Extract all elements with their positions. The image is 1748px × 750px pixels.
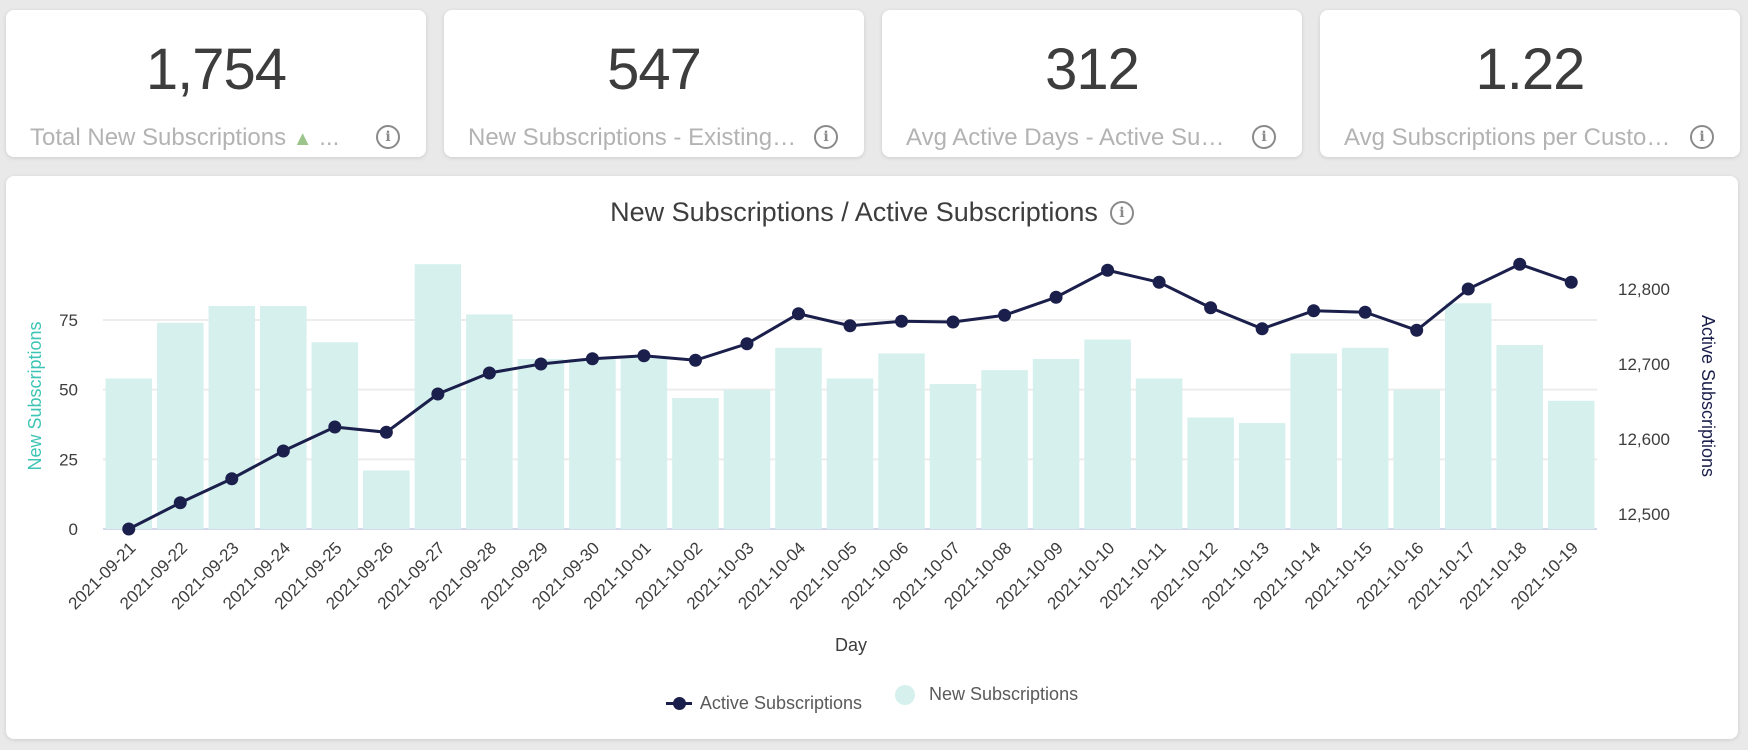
chart-plot: 0 25 50 75 12,500 12,600 12,700 12,800 2021-09… bbox=[25, 257, 1718, 655]
line-point bbox=[1307, 304, 1321, 318]
line-point bbox=[585, 352, 599, 366]
bar bbox=[981, 370, 1028, 529]
y2-tick-label: 12,600 bbox=[1618, 430, 1670, 449]
info-icon[interactable]: i bbox=[814, 125, 838, 149]
trend-up-icon: ▲ bbox=[292, 128, 313, 150]
line-point bbox=[276, 444, 290, 458]
chart-card: New Subscriptions / Active Subscriptions… bbox=[6, 176, 1738, 739]
line-point bbox=[1255, 322, 1269, 336]
legend-item-new-subscriptions[interactable]: New Subscriptions bbox=[895, 684, 1078, 705]
bar bbox=[672, 398, 719, 529]
y-tick-label: 75 bbox=[59, 311, 78, 330]
line-point bbox=[1152, 275, 1166, 289]
bar bbox=[1290, 353, 1337, 529]
kpi-label-text: Total New Subscriptions bbox=[30, 124, 287, 151]
line-point bbox=[1461, 282, 1475, 296]
y2-tick-label: 12,700 bbox=[1618, 355, 1670, 374]
bar bbox=[1393, 389, 1440, 529]
bar bbox=[1032, 358, 1080, 529]
legend-item-active-subscriptions[interactable]: Active Subscriptions bbox=[665, 692, 862, 714]
line-point bbox=[1101, 263, 1115, 277]
kpi-value: 1.22 bbox=[1475, 37, 1586, 102]
line-point bbox=[122, 522, 136, 536]
chart-legend: Active Subscriptions New Subscriptions bbox=[6, 684, 1738, 714]
bar bbox=[208, 306, 256, 529]
line-point bbox=[791, 307, 805, 321]
line-point bbox=[1513, 257, 1527, 271]
bar bbox=[466, 314, 513, 529]
left-axis-ticks: 0 25 50 75 bbox=[59, 311, 78, 539]
bar bbox=[363, 470, 410, 529]
legend-label: New Subscriptions bbox=[929, 684, 1079, 704]
line-point bbox=[173, 496, 187, 510]
bar bbox=[1084, 339, 1131, 529]
kpi-card-avg-subscriptions-per-customer: 1.22 Avg Subscriptions per Customer i bbox=[1320, 10, 1740, 157]
bar bbox=[569, 358, 616, 529]
line-marker-icon bbox=[665, 696, 692, 710]
right-axis-ticks: 12,500 12,600 12,700 12,800 bbox=[1618, 280, 1670, 524]
bar bbox=[105, 378, 153, 529]
line-point bbox=[534, 357, 548, 371]
info-icon[interactable]: i bbox=[1690, 125, 1714, 149]
bar bbox=[775, 347, 822, 529]
line-point bbox=[1564, 275, 1578, 289]
line-point bbox=[1049, 290, 1063, 304]
left-axis-label: New Subscriptions bbox=[25, 321, 45, 470]
x-axis-ticks: 2021-09-212021-09-222021-09-232021-09-24… bbox=[65, 538, 1582, 613]
line-point bbox=[895, 314, 909, 328]
bar bbox=[878, 353, 925, 529]
line-point bbox=[843, 319, 857, 333]
bar bbox=[929, 384, 977, 529]
bar bbox=[1238, 423, 1286, 529]
kpi-label: Avg Subscriptions per Customer bbox=[1344, 124, 1674, 151]
x-axis-label: Day bbox=[835, 635, 867, 655]
bar bbox=[1444, 303, 1492, 529]
line-point bbox=[688, 353, 702, 367]
kpi-card-avg-active-days: 312 Avg Active Days - Active Subscriptio… bbox=[882, 10, 1302, 157]
bar bbox=[1187, 417, 1234, 529]
kpi-card-total-new-subscriptions: 1,754 Total New Subscriptions ▲ ... i bbox=[6, 10, 426, 157]
line-point bbox=[1204, 301, 1218, 315]
line-point bbox=[379, 425, 393, 439]
kpi-label: Total New Subscriptions ▲ ... bbox=[30, 124, 360, 152]
line-point bbox=[740, 337, 754, 351]
bar bbox=[723, 389, 771, 529]
right-axis-label: Active Subscriptions bbox=[1698, 315, 1718, 477]
line-point bbox=[637, 349, 651, 363]
legend-label: Active Subscriptions bbox=[699, 692, 862, 713]
kpi-value: 547 bbox=[607, 37, 702, 102]
kpi-card-new-subscriptions-existing: 547 New Subscriptions - Existing Custome… bbox=[444, 10, 864, 157]
bar bbox=[260, 306, 307, 529]
y-tick-label: 25 bbox=[59, 450, 78, 469]
bar bbox=[517, 358, 565, 529]
truncation: ... bbox=[319, 124, 340, 151]
kpi-value: 312 bbox=[1045, 37, 1140, 102]
y2-tick-label: 12,500 bbox=[1618, 505, 1670, 524]
y-tick-label: 0 bbox=[69, 520, 78, 539]
line-point bbox=[946, 315, 960, 329]
bar bbox=[620, 356, 668, 529]
line-point bbox=[431, 387, 445, 401]
bar bbox=[1496, 345, 1543, 529]
bar-series bbox=[105, 264, 1595, 529]
kpi-label: Avg Active Days - Active Subscriptions bbox=[906, 124, 1236, 151]
info-icon[interactable]: i bbox=[1252, 125, 1276, 149]
line-point bbox=[225, 472, 239, 486]
line-point bbox=[1358, 305, 1372, 319]
y2-tick-label: 12,800 bbox=[1618, 280, 1670, 299]
y-tick-label: 50 bbox=[59, 381, 78, 400]
bar bbox=[1135, 378, 1183, 529]
line-point bbox=[328, 420, 342, 434]
info-icon[interactable]: i bbox=[376, 125, 400, 149]
bar bbox=[1341, 347, 1389, 529]
kpi-value: 1,754 bbox=[145, 37, 287, 102]
bar bbox=[826, 378, 874, 529]
line-point bbox=[998, 308, 1012, 322]
bar bbox=[1547, 400, 1595, 529]
circle-marker-icon bbox=[895, 684, 916, 705]
kpi-label: New Subscriptions - Existing Customers bbox=[468, 124, 798, 151]
line-point bbox=[1410, 323, 1424, 337]
line-point bbox=[482, 366, 496, 380]
